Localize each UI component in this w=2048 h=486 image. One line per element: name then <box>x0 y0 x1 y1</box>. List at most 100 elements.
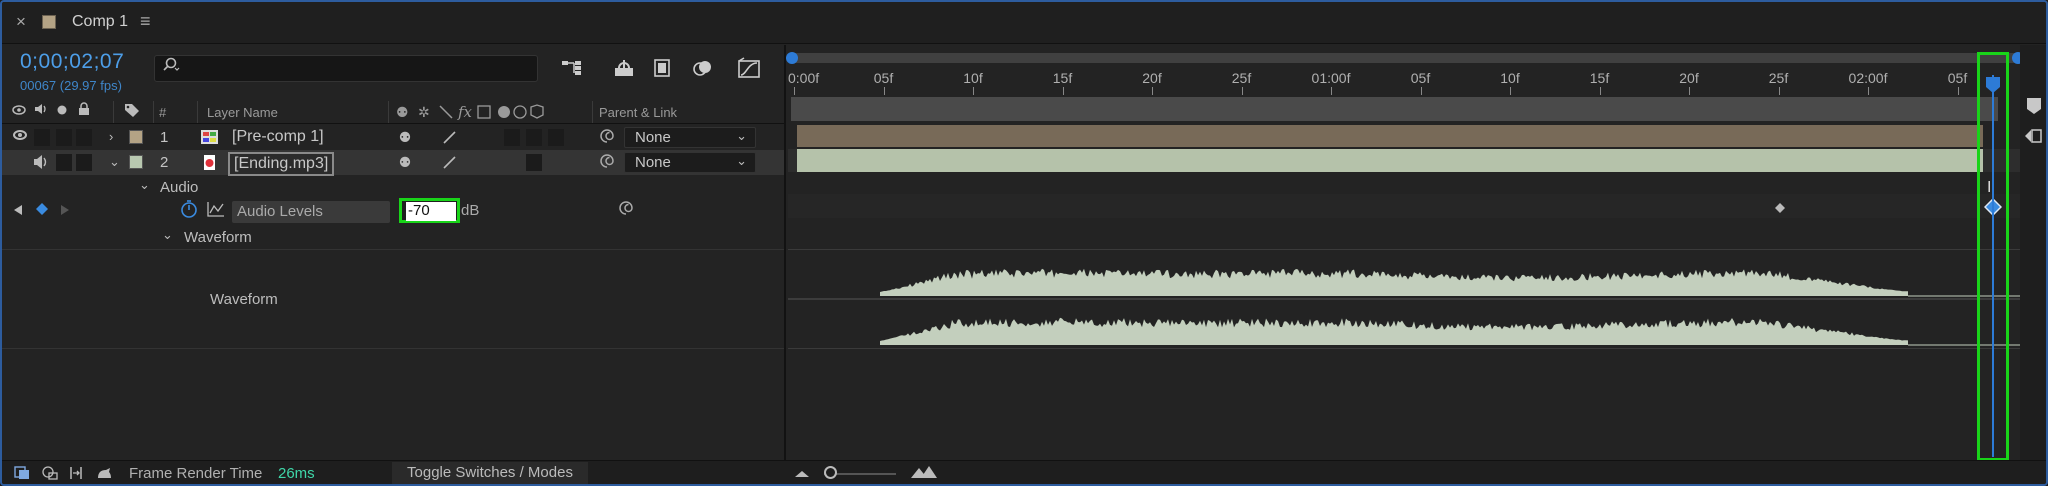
flowchart-icon[interactable] <box>559 55 585 81</box>
quality-switch-icon[interactable] <box>440 128 458 146</box>
audio-switch[interactable] <box>34 129 50 146</box>
zoom-in-icon[interactable] <box>910 464 938 484</box>
ruler-tick-mark <box>1420 87 1422 95</box>
close-tab-icon[interactable]: × <box>16 12 26 32</box>
search-input[interactable] <box>154 55 538 82</box>
zoom-out-icon[interactable] <box>794 465 810 483</box>
chevron-down-icon[interactable]: ⌄ <box>109 154 120 170</box>
switch-cell[interactable] <box>526 129 542 146</box>
chevron-down-icon: ⌄ <box>736 153 747 168</box>
chevron-right-icon[interactable]: › <box>109 129 113 144</box>
pick-whip-icon[interactable] <box>599 128 615 149</box>
time-navigator[interactable] <box>788 53 2020 63</box>
lock-column-icon[interactable] <box>78 102 90 119</box>
motion-blur-icon[interactable] <box>690 55 716 81</box>
next-keyframe-icon[interactable] <box>60 203 70 220</box>
lock-switch[interactable] <box>76 154 92 171</box>
frame-blending-icon[interactable] <box>650 55 676 81</box>
lock-switch[interactable] <box>76 129 92 146</box>
layer-row[interactable]: › 1 [Pre-comp 1] ⚉ None ⌄ <box>2 125 784 150</box>
layer-row[interactable]: ⌄ 2 [Ending.mp3] ⚉ None ⌄ <box>2 150 784 176</box>
shy-switch-icon[interactable]: ⚉ <box>396 153 414 171</box>
graph-icon[interactable] <box>207 201 225 221</box>
comp-color-swatch <box>42 15 56 29</box>
audio-layer-bar[interactable] <box>797 149 1983 172</box>
comp-marker-bin-icon[interactable] <box>2026 97 2042 119</box>
ruler-tick-label: 0:00f <box>788 70 820 86</box>
layer-number: 2 <box>160 154 169 171</box>
layer-name[interactable]: [Ending.mp3] <box>228 152 335 176</box>
current-time-display[interactable]: 0;00;02;07 <box>20 50 124 74</box>
frame-render-value: 26ms <box>278 465 315 482</box>
solo-switch[interactable] <box>56 154 72 171</box>
shy-switch-icon[interactable]: ⚉ <box>396 128 414 146</box>
layer-label-color[interactable] <box>129 130 143 144</box>
audio-levels-input[interactable]: -70 <box>406 202 456 221</box>
layer-name-column[interactable]: Layer Name <box>207 105 278 120</box>
ruler-tick-label: 20f <box>1679 70 1699 86</box>
parent-dropdown[interactable]: None ⌄ <box>624 127 756 148</box>
chevron-down-icon[interactable]: ⌄ <box>162 227 173 243</box>
solo-switch[interactable] <box>56 129 72 146</box>
speaker-icon[interactable] <box>32 154 50 174</box>
ruler-tick-label: 15f <box>1052 70 1073 86</box>
layer-panel: 0;00;02;07 00067 (29.97 fps) # Layer Nam… <box>2 45 786 460</box>
layer-number: 1 <box>160 129 169 146</box>
switch-cell[interactable] <box>526 154 542 171</box>
add-keyframe-icon[interactable] <box>35 202 49 220</box>
draft-3d-icon[interactable] <box>611 55 637 81</box>
parent-value: None <box>635 154 671 171</box>
layer-name[interactable]: [Pre-comp 1] <box>228 127 328 147</box>
ruler-tick-mark <box>1510 87 1511 95</box>
precomp-layer-bar[interactable] <box>797 125 1983 147</box>
comp-tab-title[interactable]: Comp 1 <box>72 13 128 31</box>
waveform-label: Waveform <box>210 291 278 308</box>
panel-menu-icon[interactable]: ≡ <box>140 11 151 32</box>
in-out-icon[interactable] <box>68 466 84 480</box>
composition-tab-bar: × Comp 1 ≡ <box>2 2 2046 44</box>
time-ruler[interactable]: 0:00f 05f 10f 15f 20f 25f 01:00f 05f 10f 15f 20f 25… <box>788 65 2020 95</box>
pick-whip-icon[interactable] <box>599 153 615 174</box>
graph-editor-icon[interactable] <box>736 55 762 81</box>
comp-button-icon[interactable] <box>2023 127 2043 149</box>
transfer-controls-icon[interactable] <box>42 466 58 480</box>
audio-column-icon[interactable] <box>33 102 47 119</box>
navigator-start-handle[interactable] <box>786 52 798 64</box>
parent-link-column[interactable]: Parent & Link <box>599 105 677 120</box>
switch-cell[interactable] <box>504 129 520 146</box>
stopwatch-icon[interactable] <box>180 200 198 222</box>
solo-column-icon[interactable] <box>57 103 67 118</box>
ruler-tick-label: 05f <box>873 70 894 86</box>
chevron-down-icon[interactable]: ⌄ <box>139 177 150 193</box>
pick-whip-icon[interactable] <box>618 200 634 220</box>
toggle-switches-modes-button[interactable]: Toggle Switches / Modes <box>392 462 588 484</box>
ruler-tick-mark <box>794 87 795 95</box>
quality-switch-icon[interactable] <box>440 153 458 171</box>
frame-render-label: Frame Render Time <box>129 465 263 482</box>
work-area-bar[interactable] <box>791 97 1998 121</box>
ruler-tick-label: 25f <box>1231 70 1252 86</box>
column-header: # Layer Name ⚉ ✲ fx Parent & Link <box>2 100 784 124</box>
ruler-tick-label: 25f <box>1768 70 1789 86</box>
eye-column-icon[interactable] <box>12 103 26 118</box>
column-divider <box>197 101 198 123</box>
timeline-area: 0:00f 05f 10f 15f 20f 25f 01:00f 05f 10f 15f 20f 25… <box>786 45 2046 461</box>
status-bar: Frame Render Time 26ms Toggle Switches /… <box>2 460 2046 484</box>
ruler-tick-mark <box>1868 87 1869 95</box>
keyframe-diamond[interactable] <box>1774 201 1786 218</box>
visibility-eye-icon[interactable] <box>13 130 27 140</box>
prev-keyframe-icon[interactable] <box>13 203 23 220</box>
layer-label-color[interactable] <box>129 155 143 169</box>
audio-levels-unit: dB <box>461 202 480 219</box>
ruler-tick-label: 10f <box>1500 70 1520 86</box>
column-divider <box>592 101 593 123</box>
layer-switches-icon[interactable] <box>14 466 30 480</box>
timeline-panel: × Comp 1 ≡ 0;00;02;07 00067 (29.97 fps) <box>0 0 2048 486</box>
ruler-tick-mark <box>1778 87 1780 95</box>
ruler-tick-label: 02:00f <box>1848 70 1888 86</box>
label-column-icon[interactable] <box>124 103 140 120</box>
switch-cell[interactable] <box>548 129 564 146</box>
render-time-icon[interactable] <box>96 466 112 480</box>
zoom-slider-handle[interactable] <box>824 466 837 479</box>
parent-dropdown[interactable]: None ⌄ <box>624 152 756 173</box>
